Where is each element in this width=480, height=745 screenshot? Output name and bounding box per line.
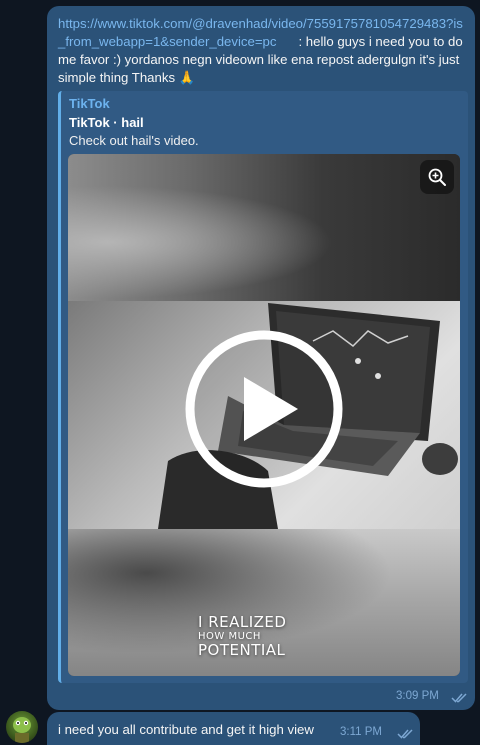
- play-icon: [185, 330, 343, 488]
- video-thumbnail[interactable]: I REALIZED HOW MUCH POTENTIAL: [68, 154, 460, 676]
- play-button[interactable]: [184, 329, 344, 489]
- preview-title: TikTok · hail: [69, 115, 144, 130]
- video-caption: I REALIZED HOW MUCH POTENTIAL: [198, 614, 286, 659]
- double-check-icon: [397, 729, 413, 739]
- zoom-button[interactable]: [420, 160, 454, 194]
- preview-description: Check out hail's video.: [69, 133, 199, 148]
- link-preview[interactable]: TikTok TikTok · hail Check out hail's vi…: [58, 91, 468, 683]
- message-time: 3:09 PM: [396, 690, 439, 702]
- double-check-icon: [451, 693, 467, 703]
- message-time-2: 3:11 PM: [340, 726, 382, 738]
- caption-line-1: I REALIZED: [198, 613, 287, 631]
- thumbnail-top: [68, 154, 460, 301]
- message-text-2: i need you all contribute and get it hig…: [58, 722, 314, 737]
- message-bubble[interactable]: https://www.tiktok.com/@dravenhad/video/…: [47, 6, 475, 710]
- zoom-in-icon: [428, 168, 446, 186]
- preview-site-name: TikTok: [69, 96, 110, 111]
- message-bubble-2[interactable]: i need you all contribute and get it hig…: [47, 712, 420, 745]
- caption-line-3: POTENTIAL: [198, 641, 286, 659]
- avatar-image: [13, 717, 31, 743]
- avatar[interactable]: [6, 711, 38, 743]
- scrollbar[interactable]: [476, 0, 479, 745]
- message-text: https://www.tiktok.com/@dravenhad/video/…: [58, 15, 468, 87]
